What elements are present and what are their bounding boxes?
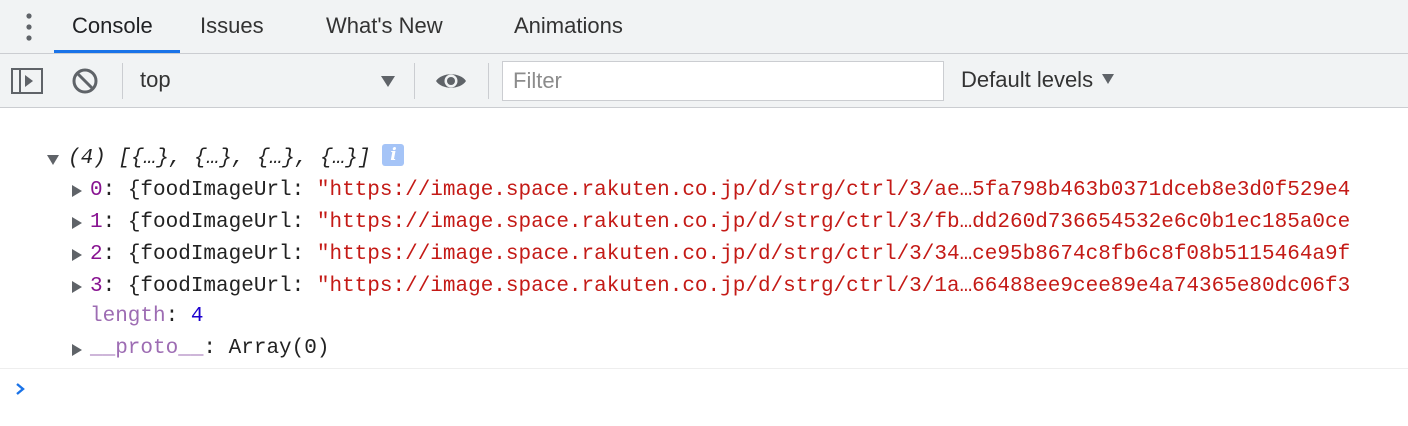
proto-value: Array(0): [228, 337, 330, 360]
expand-triangle-right-icon[interactable]: [70, 280, 84, 294]
array-entry-row[interactable]: 0: {foodImageUrl: "https://image.space.r…: [90, 175, 1350, 207]
entry-value: "https://image.space.rakuten.co.jp/d/str…: [316, 179, 1351, 202]
entry-index: 1: [90, 211, 103, 234]
tab-console[interactable]: Console: [72, 0, 153, 53]
chevron-down-icon: [1102, 74, 1115, 84]
length-key: length: [90, 305, 166, 328]
sidebar-toggle-icon[interactable]: [10, 64, 44, 98]
expand-triangle-down-icon[interactable]: [46, 153, 60, 167]
log-levels-label: Default levels: [961, 67, 1094, 92]
entry-key: foodImageUrl: [140, 275, 292, 298]
chevron-down-icon: [381, 76, 395, 87]
console-prompt-chevron-icon[interactable]: [13, 381, 29, 397]
entry-value: "https://image.space.rakuten.co.jp/d/str…: [316, 275, 1351, 298]
expand-triangle-right-icon[interactable]: [70, 343, 84, 357]
tab-issues[interactable]: Issues: [200, 0, 264, 53]
console-toolbar: top Default levels: [0, 54, 1408, 108]
entry-value: "https://image.space.rakuten.co.jp/d/str…: [316, 211, 1351, 234]
console-messages: (4) [{…}, {…}, {…}, {…}] i 0: {foodImageU…: [0, 109, 1408, 426]
array-entry-row[interactable]: 1: {foodImageUrl: "https://image.space.r…: [90, 207, 1350, 239]
proto-key: __proto__: [90, 337, 204, 360]
context-selector[interactable]: top: [140, 62, 406, 100]
toolbar-divider: [488, 63, 489, 99]
console-divider: [0, 368, 1408, 369]
array-length-row: length: 4: [90, 305, 204, 328]
array-summary: (4) [{…}, {…}, {…}, {…}]: [68, 147, 371, 170]
kebab-menu-icon[interactable]: [17, 10, 41, 44]
expand-triangle-right-icon[interactable]: [70, 248, 84, 262]
entry-key: foodImageUrl: [140, 211, 292, 234]
tab-whats-new[interactable]: What's New: [326, 0, 443, 53]
entry-value: "https://image.space.rakuten.co.jp/d/str…: [316, 243, 1351, 266]
length-value: 4: [190, 305, 204, 328]
entry-index: 0: [90, 179, 103, 202]
toolbar-divider: [122, 63, 123, 99]
expand-triangle-right-icon[interactable]: [70, 216, 84, 230]
toolbar-divider: [414, 63, 415, 99]
array-summary-row[interactable]: (4) [{…}, {…}, {…}, {…}] i: [68, 143, 405, 175]
expand-triangle-right-icon[interactable]: [70, 184, 84, 198]
info-icon[interactable]: i: [382, 144, 405, 166]
log-levels-dropdown[interactable]: Default levels: [961, 67, 1115, 93]
active-tab-indicator: [54, 50, 180, 53]
array-entry-row[interactable]: 2: {foodImageUrl: "https://image.space.r…: [90, 239, 1350, 271]
array-entry-row[interactable]: 3: {foodImageUrl: "https://image.space.r…: [90, 271, 1350, 303]
filter-input[interactable]: [502, 61, 944, 101]
entry-index: 3: [90, 275, 103, 298]
entry-index: 2: [90, 243, 103, 266]
tab-animations[interactable]: Animations: [514, 0, 623, 53]
entry-key: foodImageUrl: [140, 179, 292, 202]
entry-key: foodImageUrl: [140, 243, 292, 266]
live-expression-eye-icon[interactable]: [434, 64, 468, 98]
drawer-tab-bar: Console Issues What's New Animations: [0, 0, 1408, 54]
context-selector-value: top: [140, 67, 171, 92]
clear-console-icon[interactable]: [68, 64, 102, 98]
proto-row[interactable]: __proto__: Array(0): [90, 333, 329, 365]
